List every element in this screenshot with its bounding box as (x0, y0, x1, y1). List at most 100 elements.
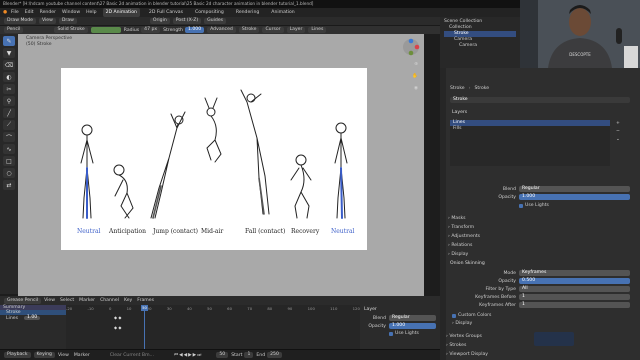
menu-render[interactable]: Render (40, 8, 56, 17)
workspace-tab-2d-animation[interactable]: 2D Animation (102, 8, 140, 17)
draw-tool-icon[interactable]: ✎ (3, 36, 15, 46)
workspace-tab-rendering[interactable]: Rendering (233, 8, 262, 17)
arc-tool-icon[interactable]: ⌒ (3, 132, 15, 142)
line-tool-icon[interactable]: ╱ (3, 108, 15, 118)
strength-field[interactable]: 1.000 (184, 27, 205, 33)
eyedropper-tool-icon[interactable]: ⚲ (3, 96, 15, 106)
layers-section-header[interactable]: Layers (446, 109, 467, 117)
timeline-menu-marker[interactable]: Marker (79, 298, 95, 303)
color-swatch[interactable] (90, 27, 121, 33)
custom-colors-checkbox[interactable] (452, 313, 456, 318)
timeline-menu-channel[interactable]: Channel (100, 298, 119, 303)
end-frame-field[interactable]: 250 (267, 352, 282, 358)
circle-tool-icon[interactable]: ○ (3, 168, 15, 178)
onion-display-subpanel[interactable]: › Display (452, 321, 472, 326)
outliner-item-camera-data[interactable]: Camera (444, 43, 516, 49)
start-frame-field[interactable]: 1 (244, 352, 254, 358)
workspace-tab-compositing[interactable]: Compositing (192, 8, 227, 17)
section-transform[interactable]: › Transform (448, 223, 480, 232)
material-selector[interactable]: Solid Stroke (54, 27, 88, 33)
menu-help[interactable]: Help (86, 8, 96, 17)
stroke-dropdown[interactable]: Stroke (238, 27, 260, 33)
radius-field[interactable]: 47 px (141, 27, 161, 33)
strength-label: Strength (163, 27, 183, 33)
window-title: Blender* [H:\hdcam youtube channel conte… (0, 0, 520, 8)
section-strokes[interactable]: › Strokes (446, 341, 488, 350)
tint-tool-icon[interactable]: ◐ (3, 72, 15, 82)
section-masks[interactable]: › Masks (448, 214, 480, 223)
keyframe-marker[interactable]: ◆ ◆ (114, 315, 121, 320)
advanced-dropdown[interactable]: Advanced (207, 27, 236, 33)
curve-tool-icon[interactable]: ∿ (3, 144, 15, 154)
layer-item-fills[interactable]: Fills (450, 126, 610, 132)
section-vertex-groups[interactable]: › Vertex Groups (446, 332, 488, 341)
keyframes-before-field[interactable]: 1 (519, 294, 630, 300)
timeline-menu-frames[interactable]: Frames (137, 298, 154, 303)
box-tool-icon[interactable]: □ (3, 156, 15, 166)
section-relations-label: Relations (451, 243, 473, 248)
polyline-tool-icon[interactable]: ⟋ (3, 120, 15, 130)
playback-dropdown[interactable]: Playback (4, 352, 31, 358)
blender-logo-icon[interactable]: ● (3, 8, 7, 17)
dopesheet[interactable]: Summary Stroke Lines 1.00 -20 -10 0 10 2… (0, 305, 360, 349)
menu-edit[interactable]: Edit (25, 8, 34, 17)
zoom-icon[interactable]: ⊕ (414, 62, 418, 67)
camera-view-icon[interactable]: ◉ (414, 86, 418, 91)
cursor-dropdown[interactable]: Cursor (262, 27, 284, 33)
fill-tool-icon[interactable]: ▼ (3, 48, 15, 58)
datablock-selector[interactable]: Stroke (450, 97, 630, 103)
keyframe-marker[interactable]: ◆ ◆ (114, 325, 121, 330)
drawing-plane-dropdown[interactable]: Post (X-Z) (172, 18, 202, 24)
menu-window[interactable]: Window (62, 8, 80, 17)
pan-icon[interactable]: ✋ (412, 74, 418, 79)
status-marker-menu[interactable]: Marker (74, 353, 90, 358)
cutter-tool-icon[interactable]: ✂ (3, 84, 15, 94)
guides-toggle[interactable]: Guides (204, 18, 227, 24)
draw-menu[interactable]: Draw (58, 18, 77, 24)
layer-list-buttons[interactable]: + − ⌄ (616, 120, 620, 144)
origin-dropdown[interactable]: Origin (149, 18, 170, 24)
section-viewport-display[interactable]: › Viewport Display (446, 350, 488, 359)
pose-label-anticipation: Anticipation (109, 228, 147, 235)
channel-lines-opacity[interactable]: 1.00 (23, 315, 41, 320)
menu-file[interactable]: File (11, 8, 19, 17)
view-menu[interactable]: View (38, 18, 56, 24)
section-adjustments[interactable]: › Adjustments (448, 232, 480, 241)
properties-object-name: Stroke (450, 86, 465, 91)
interpolate-tool-icon[interactable]: ⇄ (3, 180, 15, 190)
layer-blend-dropdown[interactable]: Regular (389, 315, 436, 321)
blend-dropdown[interactable]: Regular (519, 186, 630, 192)
layer-dropdown[interactable]: Layer (286, 27, 306, 33)
dopesheet-mode-dropdown[interactable]: Grease Pencil (4, 297, 42, 304)
timeline-menu-key[interactable]: Key (124, 298, 132, 303)
current-frame-field[interactable]: 50 (216, 352, 229, 358)
onion-skinning-header[interactable]: Onion Skinning (444, 260, 485, 268)
workspace-tab-2d-full-canvas[interactable]: 2D Full Canvas (146, 8, 186, 17)
mode-dropdown[interactable]: Draw Mode (4, 18, 36, 24)
channel-lines[interactable]: Lines (6, 316, 18, 321)
workspace-tab-animation[interactable]: Animation (268, 8, 297, 17)
frame-tick: 40 (186, 305, 192, 311)
keyframes-after-field[interactable]: 1 (519, 302, 630, 308)
status-view-menu[interactable]: View (58, 353, 69, 358)
navigation-gizmo[interactable] (402, 38, 420, 56)
opacity-slider[interactable]: 1.000 (519, 194, 630, 200)
playback-controls-icon[interactable]: ⏮◀◀▶▶⏭ (174, 352, 202, 358)
brush-selector[interactable]: Pencil (4, 27, 24, 33)
filter-type-dropdown[interactable]: All (519, 286, 630, 292)
timeline-menu-view[interactable]: View (44, 298, 55, 303)
erase-tool-icon[interactable]: ⌫ (3, 60, 15, 70)
timeline-menu-select[interactable]: Select (60, 298, 74, 303)
use-lights-checkbox[interactable] (389, 331, 393, 336)
pose-label-fall-contact: Fall (contact) (245, 228, 286, 235)
onion-mode-dropdown[interactable]: Keyframes (519, 270, 630, 276)
layer-opacity-slider[interactable]: 1.000 (389, 323, 436, 329)
use-lights-checkbox[interactable] (519, 203, 523, 208)
section-relations[interactable]: › Relations (448, 241, 480, 250)
drawing-canvas[interactable]: Neutral Anticipation Jump (contact) Mid-… (61, 68, 367, 250)
frame-tick: -10 (87, 305, 94, 311)
keying-dropdown[interactable]: Keying (33, 352, 55, 358)
active-layer-field[interactable]: Lines (308, 27, 327, 33)
section-display[interactable]: › Display (448, 250, 480, 259)
onion-opacity-slider[interactable]: 0.500 (519, 278, 630, 284)
